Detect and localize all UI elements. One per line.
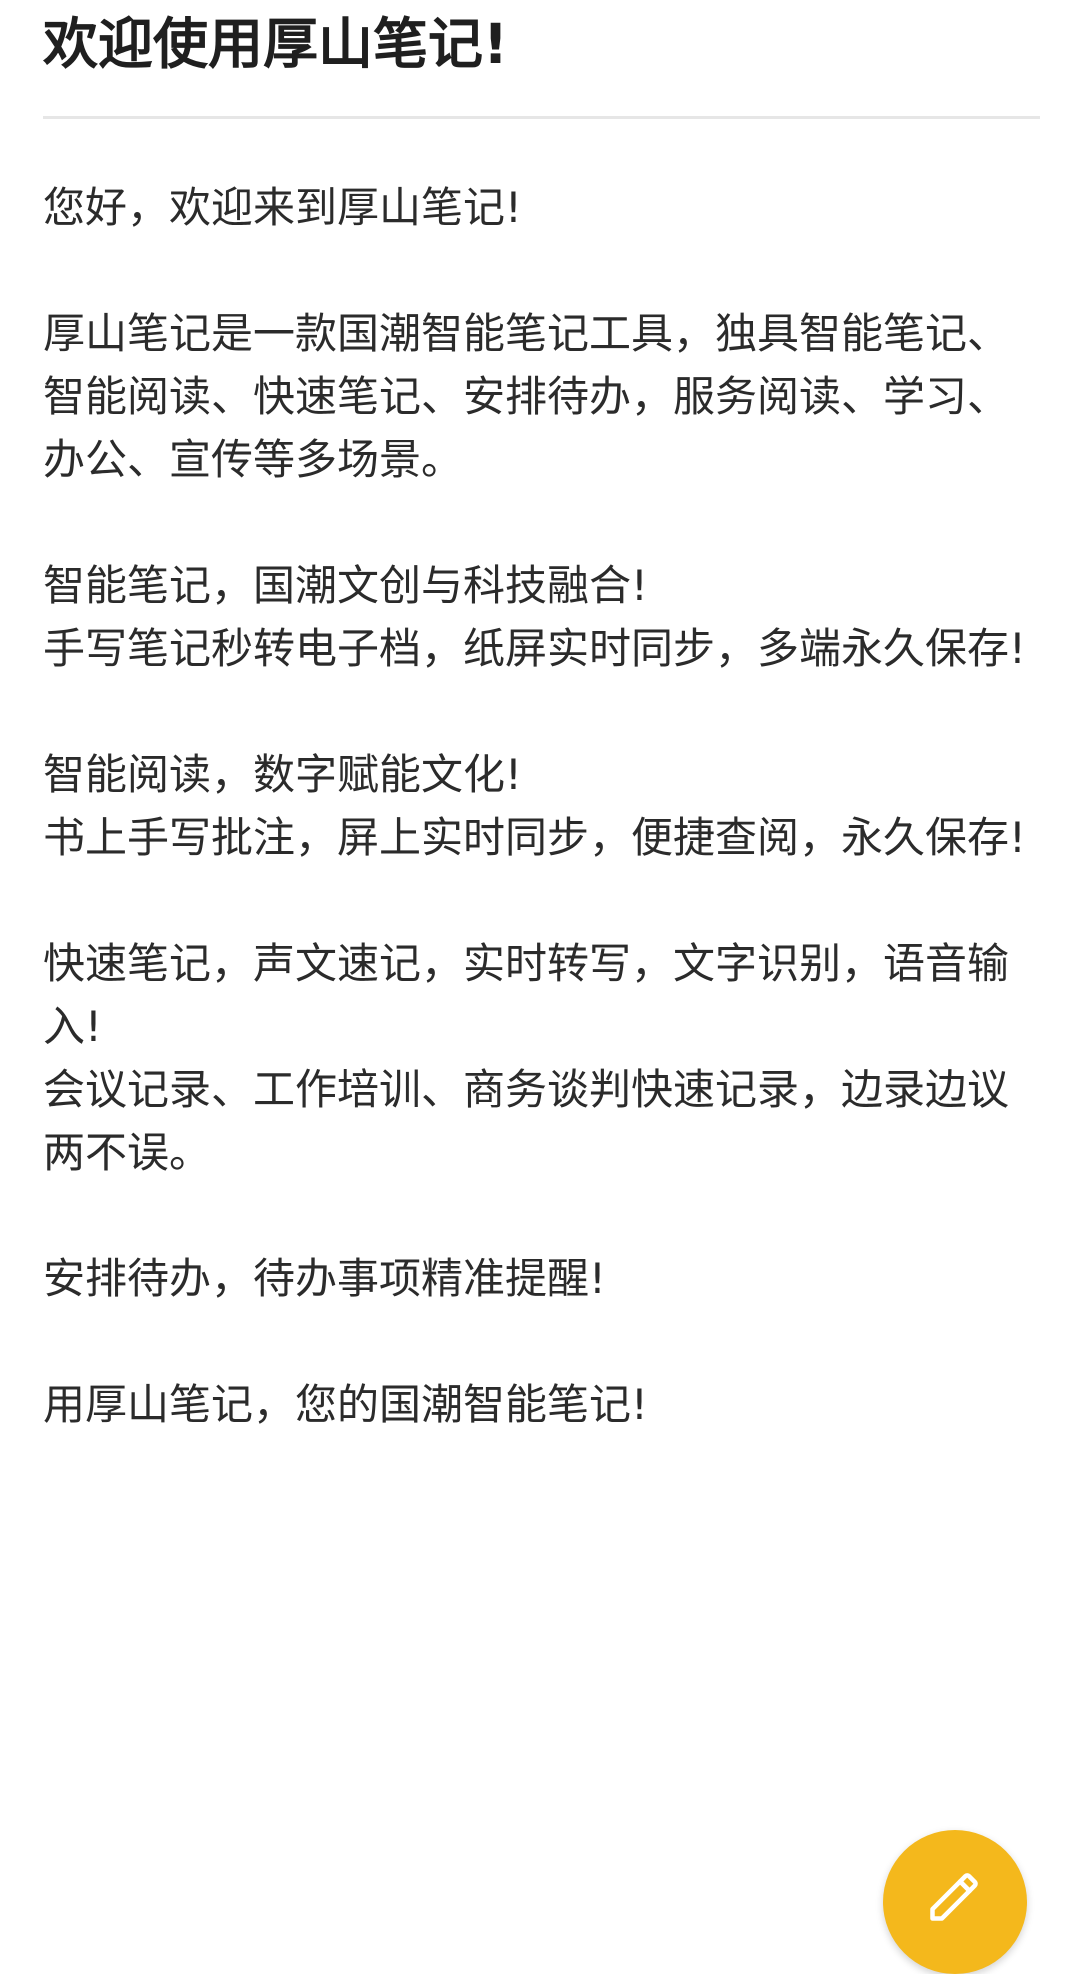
pencil-icon bbox=[930, 1873, 978, 1921]
edit-note-button[interactable] bbox=[883, 1830, 1027, 1974]
smart-notes-description: 手写笔记秒转电子档，纸屏实时同步，多端永久保存! bbox=[43, 624, 1026, 673]
closing-paragraph: 用厚山笔记，您的国潮智能笔记! bbox=[43, 1380, 648, 1429]
quick-notes-description: 会议记录、工作培训、商务谈判快速记录，边录边议两不误。 bbox=[43, 1065, 1010, 1177]
todo-paragraph: 安排待办，待办事项精准提醒! bbox=[43, 1254, 606, 1303]
note-body[interactable]: 您好，欢迎来到厚山笔记! 厚山笔记是一款国潮智能笔记工具，独具智能笔记、智能阅读… bbox=[43, 176, 1043, 1436]
quick-notes-heading: 快速笔记，声文速记，实时转写，文字识别，语音输入! bbox=[43, 939, 1010, 1051]
smart-reading-description: 书上手写批注，屏上实时同步，便捷查阅，永久保存! bbox=[43, 813, 1026, 862]
smart-notes-heading: 智能笔记，国潮文创与科技融合! bbox=[43, 561, 648, 610]
note-title: 欢迎使用厚山笔记! bbox=[43, 12, 509, 76]
greeting-paragraph: 您好，欢迎来到厚山笔记! bbox=[43, 183, 522, 232]
smart-reading-heading: 智能阅读，数字赋能文化! bbox=[43, 750, 522, 799]
title-divider bbox=[43, 116, 1040, 119]
intro-paragraph: 厚山笔记是一款国潮智能笔记工具，独具智能笔记、智能阅读、快速笔记、安排待办，服务… bbox=[43, 309, 1010, 484]
